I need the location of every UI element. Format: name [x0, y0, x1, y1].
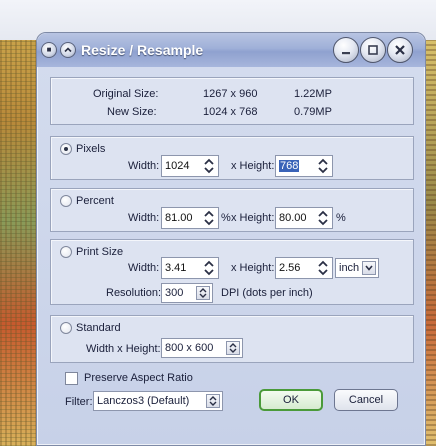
resolution-label: Resolution:: [106, 287, 162, 299]
minimize-button[interactable]: [333, 37, 359, 63]
background-image-right: [426, 40, 436, 446]
percent-width-unit: %: [221, 212, 231, 224]
standard-label: Standard: [76, 322, 121, 334]
new-size-dims: 1024 x 768: [203, 106, 258, 118]
standard-radio[interactable]: [60, 322, 72, 334]
filter-value: Lanczos3 (Default): [97, 395, 190, 407]
print-height-label: x Height:: [231, 262, 275, 274]
print-unit-select[interactable]: inch: [335, 258, 379, 278]
resolution-value: 300: [165, 287, 184, 299]
spinner-arrows-icon[interactable]: [202, 157, 216, 175]
print-width-label: Width:: [128, 262, 160, 274]
standard-size-select[interactable]: 800 x 600: [161, 338, 243, 358]
print-height-spinner[interactable]: 2.56: [275, 257, 333, 279]
print-size-radio[interactable]: [60, 246, 72, 258]
print-unit-value: inch: [339, 262, 360, 274]
new-size-label: New Size:: [107, 106, 157, 118]
percent-height-unit: %: [336, 212, 346, 224]
pixels-radio[interactable]: [60, 143, 72, 155]
chevron-updown-icon[interactable]: [226, 341, 240, 355]
print-width-spinner[interactable]: 3.41: [161, 257, 219, 279]
spinner-arrows-icon[interactable]: [316, 259, 330, 277]
size-info-panel: Original Size: 1267 x 960 1.22MP New Siz…: [50, 77, 414, 125]
resize-dialog: ■ Resize / Resample Original Size: 1267 …: [36, 32, 426, 446]
standard-panel: Standard Width x Height: 800 x 600: [50, 315, 414, 363]
preserve-aspect-checkbox[interactable]: [65, 372, 78, 385]
original-size-dims: 1267 x 960: [203, 88, 258, 100]
pixels-height-spinner[interactable]: 768: [275, 155, 333, 177]
spinner-arrows-icon[interactable]: [202, 209, 216, 227]
rollup-icon[interactable]: [60, 42, 76, 58]
chevron-up-icon: [64, 47, 72, 53]
chevron-updown-icon[interactable]: [206, 394, 220, 408]
cancel-button[interactable]: Cancel: [334, 389, 398, 411]
percent-label: Percent: [76, 195, 114, 207]
pixels-width-value: 1024: [165, 160, 190, 172]
print-width-value: 3.41: [165, 262, 187, 274]
new-size-mp: 0.79MP: [294, 106, 332, 118]
pixels-height-value: 768: [279, 160, 300, 172]
print-size-label: Print Size: [76, 246, 124, 258]
standard-size-value: 800 x 600: [165, 342, 214, 354]
title-bar[interactable]: ■ Resize / Resample: [37, 33, 425, 67]
close-button[interactable]: [387, 37, 413, 63]
standard-size-label: Width x Height:: [86, 343, 161, 355]
window-menu-icon[interactable]: ■: [41, 42, 57, 58]
chevron-down-icon[interactable]: [362, 261, 376, 275]
preserve-aspect-label: Preserve Aspect Ratio: [84, 372, 193, 384]
percent-radio[interactable]: [60, 195, 72, 207]
ok-button[interactable]: OK: [259, 389, 323, 411]
spinner-arrows-icon[interactable]: [202, 259, 216, 277]
print-height-value: 2.56: [279, 262, 301, 274]
pixels-height-label: x Height:: [231, 160, 275, 172]
filter-select[interactable]: Lanczos3 (Default): [93, 391, 223, 411]
window-title: Resize / Resample: [81, 42, 204, 58]
filter-label: Filter:: [65, 396, 93, 408]
square-icon: ■: [46, 45, 52, 54]
percent-height-label: x Height:: [231, 212, 275, 224]
maximize-button[interactable]: [360, 37, 386, 63]
original-size-mp: 1.22MP: [294, 88, 332, 100]
resolution-unit: DPI (dots per inch): [221, 287, 313, 299]
percent-height-spinner[interactable]: 80.00: [275, 207, 333, 229]
original-size-label: Original Size:: [93, 88, 159, 100]
percent-width-label: Width:: [128, 212, 160, 224]
maximize-icon: [368, 45, 378, 55]
pixels-label: Pixels: [76, 143, 106, 155]
pixels-width-label: Width:: [128, 160, 160, 172]
print-size-panel: Print Size Width: 3.41 x Height: 2.56 in…: [50, 239, 414, 305]
resolution-select[interactable]: 300: [161, 283, 213, 303]
spinner-arrows-icon[interactable]: [316, 209, 330, 227]
percent-width-value: 81.00: [165, 212, 193, 224]
spinner-arrows-icon[interactable]: [316, 157, 330, 175]
close-icon: [395, 45, 405, 55]
pixels-width-spinner[interactable]: 1024: [161, 155, 219, 177]
minimize-icon: [342, 52, 350, 55]
percent-width-spinner[interactable]: 81.00: [161, 207, 219, 229]
background-image-left: [0, 40, 36, 446]
chevron-updown-icon[interactable]: [196, 286, 210, 300]
pixels-panel: Pixels Width: 1024 x Height: 768: [50, 136, 414, 180]
percent-panel: Percent Width: 81.00 % x Height: 80.00 %: [50, 188, 414, 232]
percent-height-value: 80.00: [279, 212, 307, 224]
